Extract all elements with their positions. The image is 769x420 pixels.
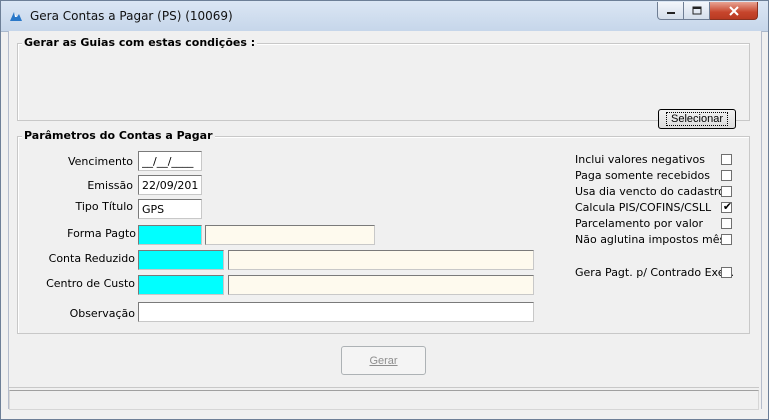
forma-pagto-label: Forma Pagto xyxy=(67,227,136,240)
minimize-icon xyxy=(666,11,675,14)
emissao-field[interactable] xyxy=(138,175,202,195)
app-logo-icon xyxy=(10,12,22,21)
option-label: Não aglutina impostos mês xyxy=(575,233,726,246)
option-checkbox-calcula-pis[interactable]: ✔ xyxy=(721,200,733,213)
option-label: Paga somente recebidos xyxy=(575,169,710,182)
tipo-titulo-label: Tipo Título xyxy=(75,200,134,213)
maximize-icon xyxy=(692,6,701,15)
conta-reduzido-label: Conta Reduzido xyxy=(48,252,135,265)
conta-reduzido-description-field[interactable] xyxy=(228,250,534,270)
minimize-button[interactable] xyxy=(657,2,684,20)
conditions-group: Gerar as Guias com estas condições : xyxy=(17,36,750,121)
option-label: Inclui valores negativos xyxy=(575,153,705,166)
status-panel xyxy=(9,390,759,410)
extra-option-label: Gera Pagt. p/ Contrado Exec. xyxy=(575,266,735,279)
select-button[interactable]: Selecionar xyxy=(658,109,736,129)
generate-button-label: Gerar xyxy=(369,354,398,367)
option-checkbox-nao-aglutina[interactable] xyxy=(721,234,732,245)
close-icon xyxy=(728,5,739,16)
forma-pagto-description-field[interactable] xyxy=(205,225,375,245)
option-checkbox-dia-vencto[interactable] xyxy=(721,186,732,197)
tipo-titulo-field[interactable] xyxy=(138,199,202,219)
forma-pagto-code-field[interactable] xyxy=(138,225,202,245)
centro-custo-description-field[interactable] xyxy=(228,275,534,295)
centro-custo-code-field[interactable] xyxy=(138,275,224,295)
emissao-label: Emissão xyxy=(87,179,133,192)
check-mark-icon: ✔ xyxy=(722,200,733,213)
option-label: Calcula PIS/COFINS/CSLL xyxy=(575,201,712,214)
option-checkbox-contrado-exec[interactable] xyxy=(721,267,732,278)
option-checkbox-parcelamento[interactable] xyxy=(721,218,732,229)
conta-reduzido-code-field[interactable] xyxy=(138,250,224,270)
window-title: Gera Contas a Pagar (PS) (10069) xyxy=(30,9,233,23)
option-checkbox-paga-recebidos[interactable] xyxy=(721,170,732,181)
select-button-label: Selecionar xyxy=(666,112,728,126)
observacao-label: Observação xyxy=(69,307,135,320)
conditions-group-label: Gerar as Guias com estas condições : xyxy=(22,36,258,49)
vencimento-field[interactable] xyxy=(138,151,202,171)
main-window: Gera Contas a Pagar (PS) (10069) Gerar a… xyxy=(0,0,769,420)
params-group-label: Parâmetros do Contas a Pagar xyxy=(22,129,215,142)
vencimento-label: Vencimento xyxy=(67,155,133,168)
observacao-field[interactable] xyxy=(138,302,534,322)
maximize-button[interactable] xyxy=(684,2,710,20)
generate-button[interactable]: Gerar xyxy=(341,346,426,375)
option-checkbox-inclui-negativos[interactable] xyxy=(721,154,732,165)
form-client-area: Gerar as Guias com estas condições : Sel… xyxy=(8,31,762,409)
close-button[interactable] xyxy=(710,2,758,20)
title-bar[interactable]: Gera Contas a Pagar (PS) (10069) xyxy=(1,1,768,32)
status-bar xyxy=(9,387,759,410)
option-label: Usa dia vencto do cadastro xyxy=(575,185,725,198)
centro-custo-label: Centro de Custo xyxy=(46,277,135,290)
option-label: Parcelamento por valor xyxy=(575,217,704,230)
